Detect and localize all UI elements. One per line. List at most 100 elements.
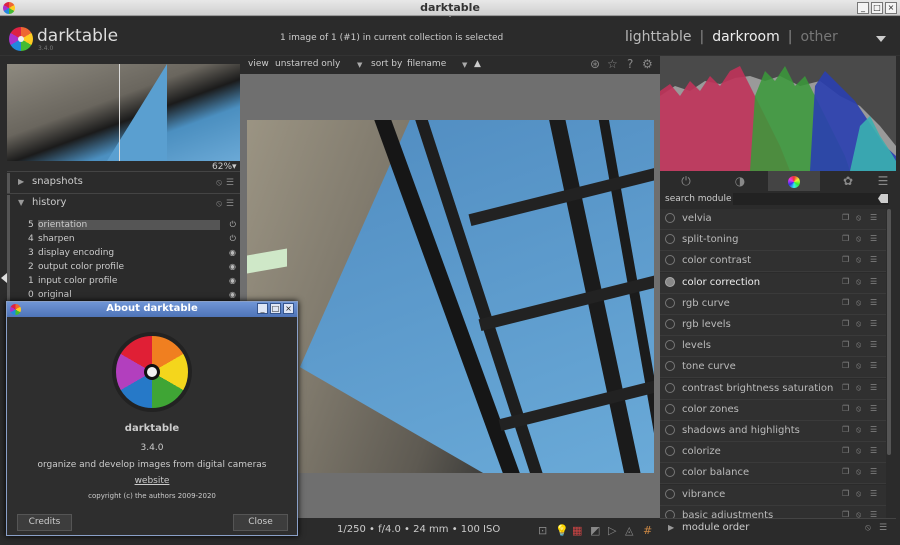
module-row[interactable]: color zones ❐ ⦸ ☰ xyxy=(660,399,886,421)
history-item[interactable]: 3 display encoding ◉ xyxy=(28,248,238,261)
power-icon[interactable] xyxy=(665,403,675,414)
module-row[interactable]: contrast brightness saturation ❐ ⦸ ☰ xyxy=(660,378,886,400)
power-icon[interactable] xyxy=(665,425,675,435)
multi-instance-icon[interactable]: ❐ xyxy=(842,446,849,455)
presets-icon[interactable]: ☰ xyxy=(226,178,234,188)
view-lighttable[interactable]: lighttable xyxy=(625,29,692,45)
minimize-icon[interactable]: _ xyxy=(857,2,869,14)
module-row[interactable]: rgb levels ❐ ⦸ ☰ xyxy=(660,315,886,336)
module-row[interactable]: vibrance ❐ ⦸ ☰ xyxy=(660,484,886,506)
base-modules-tab-icon[interactable]: ◑ xyxy=(714,171,766,191)
star-icon[interactable]: ☆ xyxy=(607,57,618,71)
nav-view-frame[interactable] xyxy=(119,64,120,161)
presets-icon[interactable]: ☰ xyxy=(870,277,877,286)
reset-icon[interactable]: ⦸ xyxy=(856,319,861,329)
power-icon[interactable] xyxy=(665,488,675,499)
power-icon[interactable] xyxy=(665,467,675,478)
reset-icon[interactable]: ⦸ xyxy=(856,298,861,308)
reset-icon[interactable]: ⦸ xyxy=(856,383,861,393)
chevron-down-icon[interactable]: ▼ xyxy=(462,61,467,69)
credits-button[interactable]: Credits xyxy=(17,514,72,531)
multi-instance-icon[interactable]: ❐ xyxy=(842,425,849,434)
power-icon[interactable] xyxy=(665,276,675,287)
photo-preview[interactable] xyxy=(247,120,654,473)
power-icon[interactable] xyxy=(665,361,675,372)
reset-icon[interactable]: ⦸ xyxy=(856,425,861,435)
module-row[interactable]: levels ❐ ⦸ ☰ xyxy=(660,336,886,358)
module-row[interactable]: shadows and highlights ❐ ⦸ ☰ xyxy=(660,421,886,442)
multi-instance-icon[interactable]: ❐ xyxy=(842,319,849,328)
overexposed-icon[interactable]: ◩ xyxy=(590,524,600,537)
histogram[interactable] xyxy=(660,56,896,171)
module-row[interactable]: split-toning ❐ ⦸ ☰ xyxy=(660,230,886,252)
minimize-icon[interactable]: _ xyxy=(257,303,268,314)
module-row[interactable]: rgb curve ❐ ⦸ ☰ xyxy=(660,293,886,315)
presets-icon[interactable]: ☰ xyxy=(870,383,877,392)
module-row[interactable]: color balance ❐ ⦸ ☰ xyxy=(660,463,886,485)
multi-instance-icon[interactable]: ❐ xyxy=(842,404,849,413)
presets-icon[interactable]: ☰ xyxy=(870,361,877,370)
reset-icon[interactable]: ⦸ xyxy=(216,178,222,188)
module-row[interactable]: color contrast ❐ ⦸ ☰ xyxy=(660,251,886,273)
module-row[interactable]: color correction ❐ ⦸ ☰ xyxy=(660,272,886,294)
history-item[interactable]: 1 input color profile ◉ xyxy=(28,276,238,289)
view-darkroom[interactable]: darkroom xyxy=(712,29,780,45)
power-icon[interactable] xyxy=(665,297,675,308)
sort-select[interactable]: filename xyxy=(407,59,446,69)
multi-instance-icon[interactable]: ❐ xyxy=(842,213,849,222)
multi-instance-icon[interactable]: ❐ xyxy=(842,234,849,243)
power-icon[interactable] xyxy=(665,340,675,351)
presets-icon[interactable]: ☰ xyxy=(226,199,234,209)
website-link[interactable]: website xyxy=(135,476,170,486)
history-section[interactable]: ▼ history ⦸ ☰ xyxy=(18,197,240,217)
power-icon[interactable] xyxy=(665,446,675,457)
reset-icon[interactable]: ⦸ xyxy=(856,467,861,477)
module-order-section[interactable]: ▶ module order ⦸ ☰ xyxy=(660,518,896,538)
power-icon[interactable] xyxy=(665,319,675,329)
power-icon[interactable] xyxy=(665,234,675,245)
active-modules-tab-icon[interactable]: ⏻ xyxy=(660,171,712,191)
softproof-icon[interactable]: ▷ xyxy=(608,524,616,537)
maximize-icon[interactable]: □ xyxy=(270,303,281,314)
multi-instance-icon[interactable]: ❐ xyxy=(842,255,849,264)
reset-icon[interactable]: ⦸ xyxy=(856,255,861,265)
view-other[interactable]: other xyxy=(800,29,837,45)
presets-icon[interactable]: ☰ xyxy=(870,425,877,434)
presets-icon[interactable]: ☰ xyxy=(870,213,877,222)
presets-icon[interactable]: ☰ xyxy=(870,340,877,349)
reset-icon[interactable]: ⦸ xyxy=(865,523,871,533)
multi-instance-icon[interactable]: ❐ xyxy=(842,298,849,307)
reset-icon[interactable]: ⦸ xyxy=(856,234,861,244)
module-row[interactable]: tone curve ❐ ⦸ ☰ xyxy=(660,357,886,379)
close-button[interactable]: Close xyxy=(233,514,288,531)
multi-instance-icon[interactable]: ❐ xyxy=(842,340,849,349)
reset-icon[interactable]: ⦸ xyxy=(856,277,861,287)
presets-icon[interactable]: ☰ xyxy=(879,523,887,533)
power-icon[interactable] xyxy=(665,382,675,393)
bulb-icon[interactable]: 💡 xyxy=(555,524,569,537)
power-icon[interactable] xyxy=(665,255,675,266)
chevron-down-icon[interactable]: ▼ xyxy=(357,61,362,69)
history-item[interactable]: 5 orientation ⏻ xyxy=(28,220,238,233)
history-item[interactable]: 4 sharpen ⏻ xyxy=(28,234,238,247)
multi-instance-icon[interactable]: ❐ xyxy=(842,489,849,498)
multi-instance-icon[interactable]: ❐ xyxy=(842,467,849,476)
grouping-icon[interactable]: ⊛ xyxy=(590,57,600,71)
reset-icon[interactable]: ⦸ xyxy=(856,446,861,456)
search-module-input[interactable] xyxy=(733,193,889,205)
power-icon[interactable] xyxy=(665,213,675,223)
presets-icon[interactable]: ☰ xyxy=(870,446,877,455)
reset-icon[interactable]: ⦸ xyxy=(856,361,861,371)
reset-icon[interactable]: ⦸ xyxy=(216,199,222,209)
gamut-icon[interactable]: ◬ xyxy=(625,524,633,537)
color-assessment-icon[interactable]: ▦ xyxy=(572,524,582,537)
effect-modules-tab-icon[interactable]: ✿ xyxy=(822,171,874,191)
reset-icon[interactable]: ⦸ xyxy=(856,340,861,350)
multi-instance-icon[interactable]: ❐ xyxy=(842,383,849,392)
maximize-icon[interactable]: □ xyxy=(871,2,883,14)
reset-icon[interactable]: ⦸ xyxy=(856,489,861,499)
presets-icon[interactable]: ☰ xyxy=(870,489,877,498)
focus-peaking-icon[interactable]: ⊡ xyxy=(538,524,547,537)
chevron-down-icon[interactable] xyxy=(876,36,886,42)
navigation-thumbnail[interactable] xyxy=(7,64,240,161)
